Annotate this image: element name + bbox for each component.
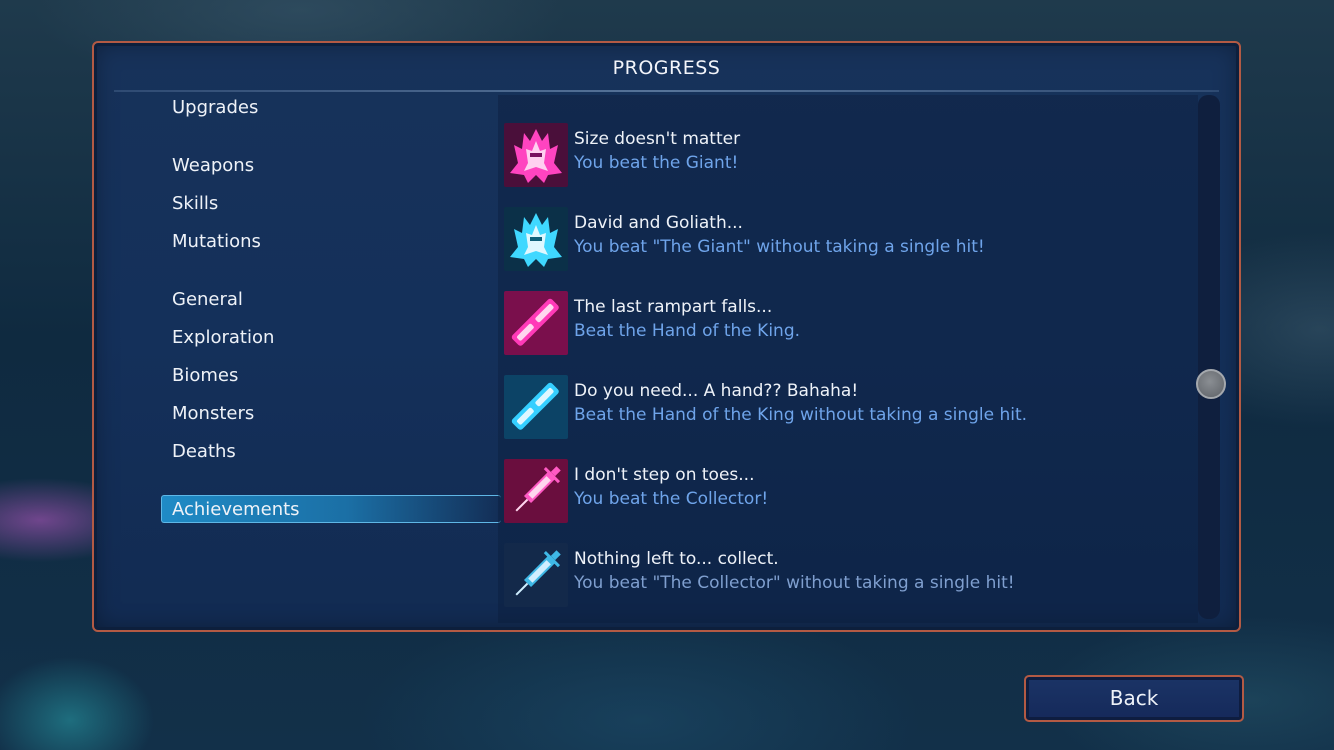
achievement-desc: Beat the Hand of the King. xyxy=(574,321,801,341)
achievement-item[interactable]: Do you need... A hand?? Bahaha! Beat the… xyxy=(504,373,1194,439)
nav-item-biomes[interactable]: Biomes xyxy=(172,365,238,386)
giant-cyan-icon xyxy=(504,207,568,271)
syringe-pink-icon xyxy=(504,459,568,523)
nav-item-monsters[interactable]: Monsters xyxy=(172,403,254,424)
achievements-list: Size doesn't matter You beat the Giant! … xyxy=(498,95,1198,623)
nav-item-deaths[interactable]: Deaths xyxy=(172,441,236,462)
achievement-desc: Beat the Hand of the King without taking… xyxy=(574,405,1028,425)
achievement-item[interactable]: I don't step on toes... You beat the Col… xyxy=(504,457,1194,523)
nav-item-weapons[interactable]: Weapons xyxy=(172,155,254,176)
nav-item-skills[interactable]: Skills xyxy=(172,193,218,214)
giant-pink-icon xyxy=(504,123,568,187)
achievement-title: The last rampart falls... xyxy=(574,297,773,317)
achievement-item[interactable]: The last rampart falls... Beat the Hand … xyxy=(504,289,1194,355)
achievement-desc: You beat the Giant! xyxy=(574,153,739,173)
nav-item-upgrades[interactable]: Upgrades xyxy=(172,97,258,118)
syringe-cyan-icon xyxy=(504,543,568,607)
achievement-item[interactable]: Size doesn't matter You beat the Giant! xyxy=(504,121,1194,187)
nav-item-general[interactable]: General xyxy=(172,289,243,310)
scrollbar-thumb[interactable] xyxy=(1196,369,1226,399)
back-button[interactable]: Back xyxy=(1024,675,1244,722)
progress-nav: Upgrades Weapons Skills Mutations Genera… xyxy=(94,43,501,630)
achievement-desc: You beat "The Giant" without taking a si… xyxy=(574,237,985,257)
scrollbar-track[interactable] xyxy=(1198,95,1220,619)
progress-panel: PROGRESS Upgrades Weapons Skills Mutatio… xyxy=(92,41,1241,632)
achievement-desc: You beat the Collector! xyxy=(574,489,769,509)
achievement-title: David and Goliath... xyxy=(574,213,743,233)
achievement-title: Do you need... A hand?? Bahaha! xyxy=(574,381,859,401)
achievement-item[interactable]: David and Goliath... You beat "The Giant… xyxy=(504,205,1194,271)
achievement-desc: You beat "The Collector" without taking … xyxy=(574,573,1015,593)
achievement-title: I don't step on toes... xyxy=(574,465,755,485)
achievement-title: Size doesn't matter xyxy=(574,129,741,149)
nav-item-exploration[interactable]: Exploration xyxy=(172,327,274,348)
nav-item-mutations[interactable]: Mutations xyxy=(172,231,261,252)
hand-pink-icon xyxy=(504,291,568,355)
nav-item-achievements[interactable]: Achievements xyxy=(161,495,501,523)
hand-cyan-icon xyxy=(504,375,568,439)
achievement-item[interactable]: Nothing left to... collect. You beat "Th… xyxy=(504,541,1194,607)
achievement-title: Nothing left to... collect. xyxy=(574,549,779,569)
